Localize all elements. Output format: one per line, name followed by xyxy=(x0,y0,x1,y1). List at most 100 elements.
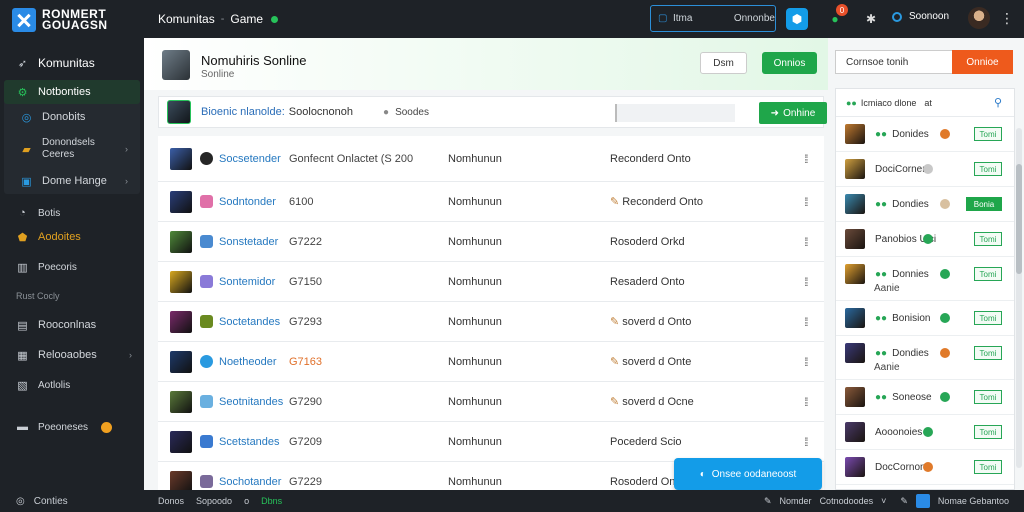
row-name[interactable]: Sontemidor xyxy=(219,276,285,288)
drag-handle-icon[interactable]: ⁞⁞ xyxy=(804,435,808,449)
drag-handle-icon[interactable]: ⁞⁞ xyxy=(804,315,808,329)
footer-link[interactable]: Donos xyxy=(158,496,184,506)
list-item[interactable]: ●● Bonision Tomi xyxy=(836,301,1014,336)
sidebar-item-notbonties[interactable]: ⚙ Notbonties xyxy=(4,80,140,104)
shield-icon: ⬟ xyxy=(17,231,28,244)
secondary-button[interactable]: Dsm xyxy=(700,52,747,74)
drag-handle-icon[interactable]: ⁞⁞ xyxy=(804,195,808,209)
user-menu[interactable]: Soonoon xyxy=(892,11,949,22)
list-item[interactable]: DocCornons Tomi xyxy=(836,450,1014,485)
item-action-button[interactable]: Tomi xyxy=(974,267,1002,281)
sidebar-item-rooconlnas[interactable]: ▤ Rooconlnas xyxy=(0,310,144,340)
item-action-button[interactable]: Tomi xyxy=(974,390,1002,404)
right-panel-list: ●● Icmiaco dlone at ⚲ ●● Donides Tomi DociC… xyxy=(835,88,1015,490)
row-name[interactable]: Soctetandes xyxy=(219,316,285,328)
item-action-button[interactable]: Tomi xyxy=(974,425,1002,439)
footer-item-conties[interactable]: ◎ Conties xyxy=(16,496,68,507)
right-panel: Cornsoe tonih Onnioe ●● Icmiaco dlone at… xyxy=(828,38,1024,490)
list-item[interactable]: DociCornens Tomi xyxy=(836,152,1014,187)
item-action-button[interactable]: Tomi xyxy=(974,311,1002,325)
drag-handle-icon[interactable]: ⁞⁞ xyxy=(804,395,808,409)
footer-link-active[interactable]: Dbns xyxy=(261,496,282,506)
row-name[interactable]: Socsetender xyxy=(219,153,285,165)
list-item[interactable]: Aooonoies Tomi xyxy=(836,415,1014,450)
item-action-button[interactable]: Tomi xyxy=(974,127,1002,141)
sidebar-item-donondsels[interactable]: ▰ Donondsels Ceeres › xyxy=(4,130,140,168)
table-row[interactable]: Sodntonder 6100 Nomhunun ✎ Reconderd Onto ⁞⁞ xyxy=(158,182,824,222)
more-icon[interactable]: ⋮ xyxy=(1000,10,1014,27)
community-title[interactable]: Bioenic nlanolde: xyxy=(201,106,285,118)
sidebar-item-komunitas[interactable]: ➶ Komunitas xyxy=(0,50,144,76)
drag-handle-icon[interactable]: ⁞⁞ xyxy=(804,235,808,249)
item-action-button[interactable]: Tomi xyxy=(974,232,1002,246)
drag-handle-icon[interactable]: ⁞⁞ xyxy=(804,355,808,369)
row-name[interactable]: Sochotander xyxy=(219,476,285,488)
sidebar-item-dome-hange[interactable]: ▣ Dome Hange › xyxy=(4,168,140,194)
drag-handle-icon[interactable]: ⁞⁞ xyxy=(804,275,808,289)
user-name: Soonoon xyxy=(909,11,950,22)
online-status-icon xyxy=(271,15,279,23)
sidebar-item-relooaobes[interactable]: ▦ Relooaobes › xyxy=(0,340,144,370)
item-thumbnail xyxy=(845,422,865,442)
item-name: DocCornons xyxy=(875,461,931,473)
sidebar-item-aotlolis[interactable]: ▧ Aotlolis xyxy=(0,370,144,400)
footer-right-label[interactable]: Cotnodoodes xyxy=(820,496,874,506)
footer-link[interactable]: Sopoodo xyxy=(196,496,232,506)
notifications-button[interactable]: ● 0 xyxy=(824,4,848,30)
community-search-input[interactable] xyxy=(615,104,735,122)
footer-right-label[interactable]: Nomder xyxy=(780,496,812,506)
item-name: Aooonoies xyxy=(875,426,923,438)
table-row[interactable]: Sonstetader G7222 Nomhunun Rosoderd Orkd ⁞⁞ xyxy=(158,222,824,262)
shield-button[interactable]: ⬢ xyxy=(786,8,808,30)
item-action-button[interactable]: Bonia xyxy=(966,197,1002,211)
list-item[interactable]: ●● Dondies Tomi Aanie xyxy=(836,336,1014,380)
table-row[interactable]: Scetstandes G7209 Nomhunun Pocederd Scio ⁞⁞ xyxy=(158,422,824,462)
list-item[interactable]: ●● Soneose Tomi xyxy=(836,380,1014,415)
sidebar-item-aodoites[interactable]: ⬟ Aodoites xyxy=(0,224,144,250)
notification-count: 0 xyxy=(836,4,848,16)
right-panel-button[interactable]: Onnioe xyxy=(952,50,1013,74)
scrollbar-thumb[interactable] xyxy=(1016,164,1022,274)
avatar[interactable] xyxy=(968,7,990,29)
item-action-button[interactable]: Tomi xyxy=(974,162,1002,176)
join-button[interactable]: ➜ Onhine xyxy=(759,102,827,124)
floating-action-button[interactable]: ◐ Onsee oodaneoost xyxy=(674,458,822,490)
top-search-box[interactable]: ▢ Itma Onnonbe xyxy=(650,5,776,32)
list-item[interactable]: ●● Dondies Bonia xyxy=(836,187,1014,222)
app-logo[interactable]: RONMERT GOUAGSN xyxy=(0,0,144,40)
right-panel-input[interactable]: Cornsoe tonih xyxy=(835,50,953,74)
pencil-icon: ✎ xyxy=(610,316,620,328)
table-row[interactable]: Socsetender Gonfecnt Onlactet (S 200 Nomhu… xyxy=(158,136,824,182)
item-extra: Aanie xyxy=(874,362,900,373)
row-name[interactable]: Noetheoder xyxy=(219,356,285,368)
item-action-button[interactable]: Tomi xyxy=(974,460,1002,474)
table-row[interactable]: Seotnitandes G7290 Nomhunun ✎ soverd d Ocne ⁞… xyxy=(158,382,824,422)
row-name[interactable]: Seotnitandes xyxy=(219,396,285,408)
list-item[interactable]: Panobios Ulci Tomi xyxy=(836,222,1014,257)
table-row[interactable]: Sontemidor G7150 Nomhunun Resaderd Onto ⁞⁞ xyxy=(158,262,824,302)
sidebar-item-botis[interactable]: ◔ Botis xyxy=(0,202,144,224)
search-icon[interactable]: ⚲ xyxy=(994,96,1002,109)
list-item[interactable]: ●● Donides Tomi xyxy=(836,117,1014,152)
game-title: Nomuhiris Sonline xyxy=(201,53,307,68)
settings-button[interactable]: ✱ xyxy=(860,8,882,30)
game-label[interactable]: Game xyxy=(230,12,263,26)
sidebar-item-label: Rooconlnas xyxy=(38,319,97,331)
table-row[interactable]: Soctetandes G7293 Nomhunun ✎ soverd d Onto ⁞⁞ xyxy=(158,302,824,342)
drag-handle-icon[interactable]: ⁞⁞ xyxy=(804,152,808,166)
scrollbar[interactable] xyxy=(1016,128,1022,468)
row-name[interactable]: Sonstetader xyxy=(219,236,285,248)
footer-brand[interactable]: Nomae Gebantoo xyxy=(938,496,1009,506)
primary-button[interactable]: Onnios xyxy=(762,52,817,74)
row-meta: Resaderd Onto xyxy=(610,275,685,288)
item-thumbnail xyxy=(845,124,865,144)
community-avatar xyxy=(167,100,191,124)
item-action-button[interactable]: Tomi xyxy=(974,346,1002,360)
sidebar-item-donobits[interactable]: ◎ Donobits xyxy=(4,104,140,130)
row-name[interactable]: Scetstandes xyxy=(219,436,285,448)
list-item[interactable]: ●● Donnies Tomi Aanie xyxy=(836,257,1014,301)
sidebar-item-poeoneses[interactable]: ▬ Poeoneses xyxy=(0,414,144,440)
sidebar-item-poecoris[interactable]: ▥ Poecoris xyxy=(0,254,144,280)
row-name[interactable]: Sodntonder xyxy=(219,196,285,208)
table-row[interactable]: Noetheoder G7163 Nomhunun ✎ soverd d Onte ⁞⁞ xyxy=(158,342,824,382)
